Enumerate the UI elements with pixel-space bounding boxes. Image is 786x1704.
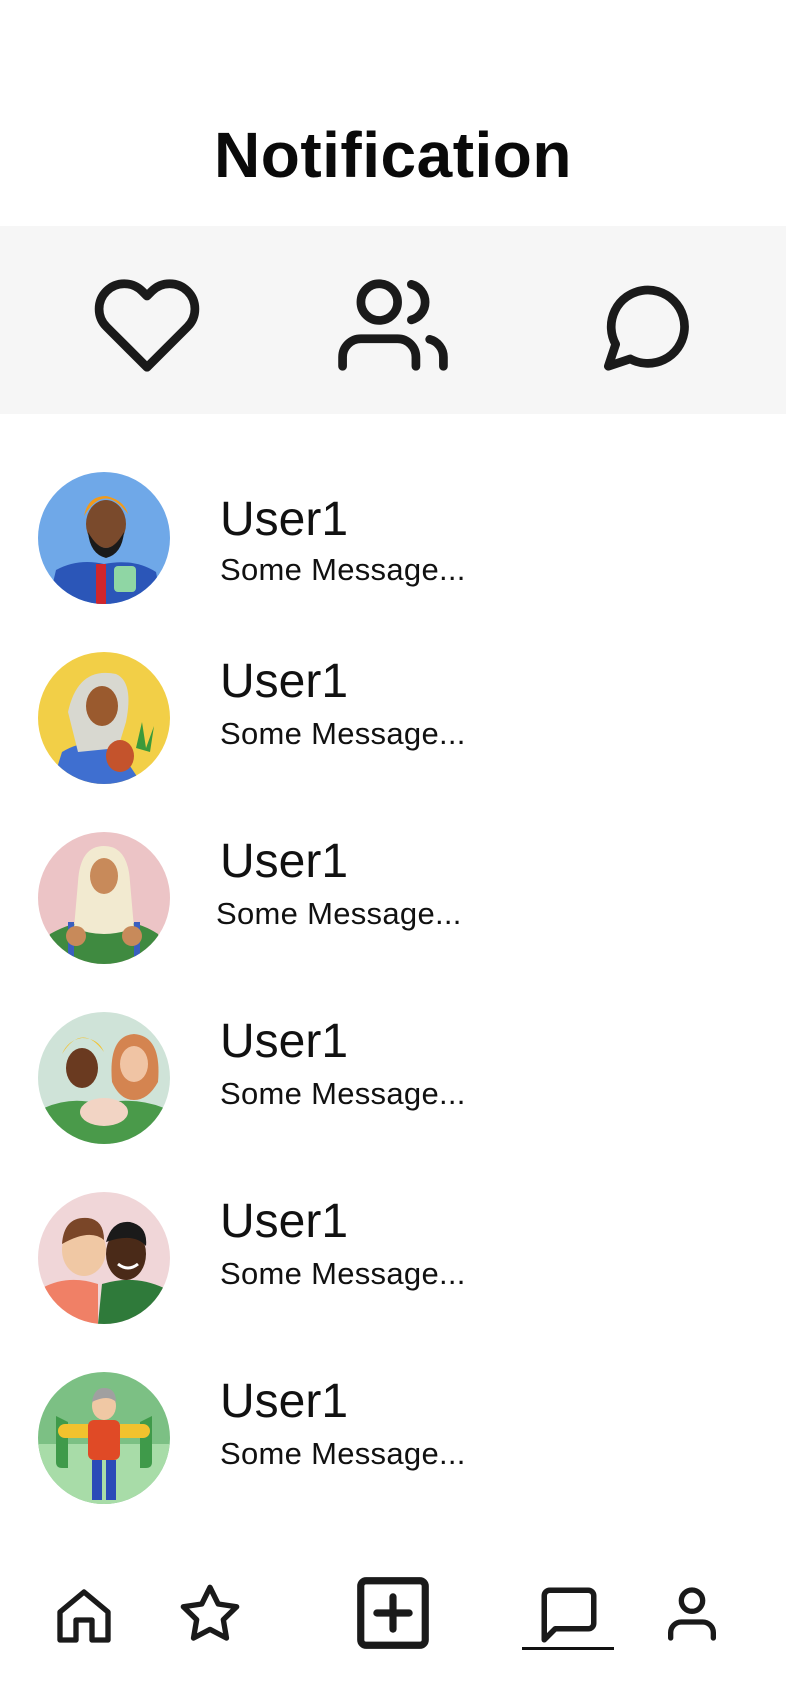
list-item[interactable]: User1 Some Message... xyxy=(0,652,786,802)
tab-comments[interactable] xyxy=(590,270,700,380)
avatar xyxy=(38,652,170,784)
user-name: User1 xyxy=(220,1375,349,1428)
tab-followers[interactable] xyxy=(338,270,448,380)
message-square-icon xyxy=(541,1587,597,1643)
nav-profile[interactable] xyxy=(660,1582,724,1646)
star-icon xyxy=(180,1584,240,1641)
nav-messages[interactable] xyxy=(530,1582,610,1652)
user-name: User1 xyxy=(220,655,349,708)
header: Notification xyxy=(0,0,786,226)
user-icon xyxy=(668,1587,716,1641)
notification-tabs xyxy=(0,226,786,414)
nav-create[interactable] xyxy=(350,1570,436,1656)
active-tab-indicator xyxy=(522,1647,614,1650)
tab-likes[interactable] xyxy=(92,270,202,380)
plus-square-icon xyxy=(357,1577,429,1649)
user-message: Some Message... xyxy=(220,716,466,751)
user-message: Some Message... xyxy=(216,896,462,931)
list-item[interactable]: User1 Some Message... xyxy=(0,1012,786,1162)
avatar xyxy=(38,472,170,604)
user-name: User1 xyxy=(220,493,349,546)
avatar xyxy=(38,1012,170,1144)
list-item[interactable]: User1 Some Message... xyxy=(0,1192,786,1342)
heart-icon xyxy=(94,279,200,372)
home-icon xyxy=(57,1589,111,1643)
list-item[interactable]: User1 Some Message... xyxy=(0,472,786,622)
nav-home[interactable] xyxy=(52,1584,116,1648)
users-icon xyxy=(338,279,448,371)
avatar xyxy=(38,832,170,964)
user-name: User1 xyxy=(220,1015,349,1068)
message-circle-icon xyxy=(603,285,689,371)
list-item[interactable]: User1 Some Message... xyxy=(0,1372,786,1522)
user-message: Some Message... xyxy=(220,1256,466,1291)
avatar xyxy=(38,1372,170,1504)
page-title: Notification xyxy=(214,119,572,191)
user-message: Some Message... xyxy=(220,1436,466,1471)
bottom-nav xyxy=(0,1556,786,1704)
nav-favorites[interactable] xyxy=(178,1582,242,1646)
user-name: User1 xyxy=(220,1195,349,1248)
user-name: User1 xyxy=(220,835,349,888)
user-message: Some Message... xyxy=(220,1076,466,1111)
avatar xyxy=(38,1192,170,1324)
user-message: Some Message... xyxy=(220,552,466,587)
list-item[interactable]: User1 Some Message... xyxy=(0,832,786,982)
